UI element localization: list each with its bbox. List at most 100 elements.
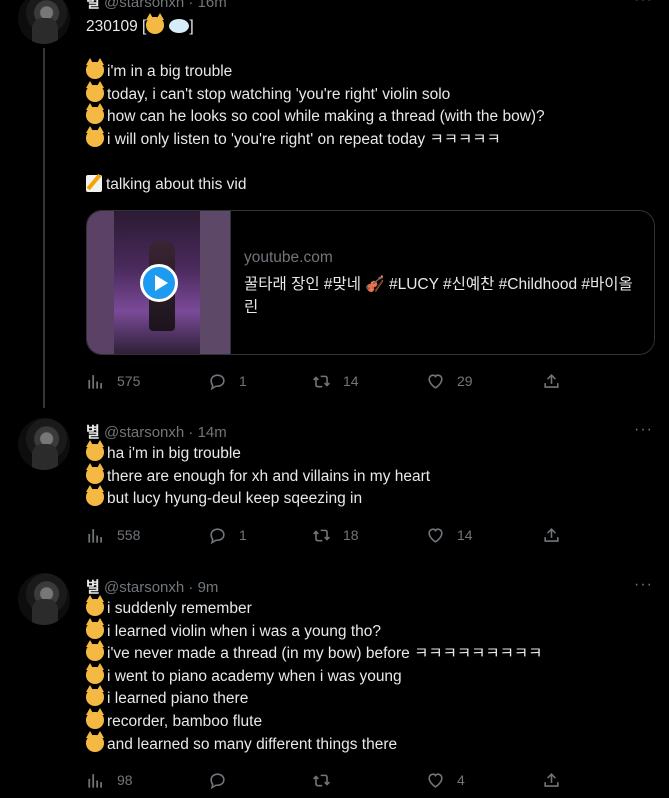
cat-emoji [86,440,104,461]
timestamp[interactable]: · 14m [188,424,226,441]
tweet-actions: 558 1 18 14 [86,524,566,546]
text-line: i learned piano there [86,685,646,711]
cat-emoji [86,595,104,616]
views-button[interactable]: 98 [86,769,137,791]
text-line: i've never made a thread (in my bow) bef… [86,640,646,666]
reply-count: 1 [239,527,247,543]
text-line: but lucy hyung-deul keep sqeezing in [86,485,646,511]
display-name[interactable]: 별 [86,424,100,441]
card-title: 꿀타래 장인 #맞네 🎻 #LUCY #신예찬 #Childhood #바이올린 [244,276,633,316]
cat-emoji [86,640,104,662]
text-line: how can he looks so cool while making a … [86,103,646,129]
thread-line [43,48,45,408]
retweet-count: 18 [343,527,359,543]
like-count: 4 [457,772,465,788]
handle[interactable]: @starsonxh [104,0,184,11]
reply-icon [210,527,225,544]
share-button[interactable] [542,370,573,392]
reply-button[interactable]: 1 [208,524,259,546]
share-icon [544,772,559,787]
tweet-header: 별 @starsonxh · 16m [86,0,227,12]
cat-emoji [86,485,104,507]
tweet-header: 별 @starsonxh · 14m [86,421,227,442]
play-icon[interactable] [140,264,178,302]
timestamp[interactable]: · 16m [188,0,226,11]
views-icon [88,773,102,788]
views-count: 575 [117,373,141,389]
memo-emoji [86,175,102,193]
text-line: i went to piano academy when i was young [86,662,646,689]
views-button[interactable]: 575 [86,370,140,392]
share-icon [544,373,559,388]
share-icon [544,527,559,542]
like-count: 29 [457,373,473,389]
cat-emoji [86,103,104,125]
text-line: i learned violin when i was a young tho? [86,617,646,644]
cat-emoji [146,13,165,34]
like-button[interactable]: 14 [426,524,477,546]
cat-emoji [86,707,104,729]
reply-button[interactable]: 1 [208,370,259,392]
retweet-icon [313,774,330,786]
views-count: 558 [117,527,141,543]
text-line: today, i can't stop watching 'you're rig… [86,80,646,107]
like-button[interactable]: 29 [426,370,477,392]
speech-bubble-emoji [169,19,190,33]
retweet-icon [313,529,330,541]
like-icon [428,527,443,543]
text-line: and learned so many different things the… [86,730,646,757]
views-icon [88,528,102,543]
avatar[interactable] [18,418,70,470]
reply-icon [210,373,225,390]
retweet-button[interactable]: 18 [312,524,363,546]
reply-button[interactable] [208,769,259,791]
share-button[interactable] [542,769,573,791]
cat-emoji [86,685,104,707]
cat-emoji [86,730,104,752]
retweet-count: 14 [343,373,359,389]
tweet-actions: 575 1 14 29 [86,370,566,392]
handle[interactable]: @starsonxh [104,579,184,596]
cat-emoji [86,80,104,102]
avatar[interactable] [18,573,70,625]
avatar[interactable] [18,0,70,44]
cat-emoji [86,662,104,684]
retweet-button[interactable] [312,769,363,791]
text-line: i'm in a big trouble [86,58,646,84]
timestamp[interactable]: · 9m [188,579,218,596]
more-options-button[interactable]: ··· [634,421,653,439]
card-domain: youtube.com [244,249,333,266]
tweet-header: 별 @starsonxh · 9m [86,576,218,597]
cat-emoji [86,617,104,639]
text-line: talking about this vid [86,174,646,197]
handle[interactable]: @starsonxh [104,424,184,441]
like-icon [428,373,443,389]
display-name[interactable]: 별 [86,0,100,11]
cat-emoji [86,58,104,80]
tweet-text: i suddenly remember i learned violin whe… [86,595,646,757]
cat-emoji [86,462,104,484]
date-line: 230109 [] [86,13,194,35]
text-line: recorder, bamboo flute [86,707,646,734]
views-button[interactable]: 558 [86,524,140,546]
tweet-text: 230109 [] i'm in a big trouble today, i … [86,13,646,197]
more-options-button[interactable]: ··· [634,576,653,594]
display-name[interactable]: 별 [86,579,100,596]
retweet-button[interactable]: 14 [312,370,363,392]
retweet-icon [313,375,330,387]
reply-count: 1 [239,373,247,389]
tweet-text: ha i'm in big trouble there are enough f… [86,440,646,511]
like-count: 14 [457,527,473,543]
tweet-actions: 98 4 [86,769,566,791]
text-line: i suddenly remember [86,595,646,621]
link-card[interactable]: youtube.com 꿀타래 장인 #맞네 🎻 #LUCY #신예찬 #Chi… [86,210,655,355]
text-line: i will only listen to 'you're right' on … [86,125,646,152]
reply-icon [210,772,225,789]
text-line: there are enough for xh and villains in … [86,462,646,489]
text-line: ha i'm in big trouble [86,440,646,466]
video-thumbnail[interactable] [87,211,231,354]
share-button[interactable] [542,524,573,546]
more-options-button[interactable]: ··· [634,0,653,9]
like-button[interactable]: 4 [426,769,477,791]
views-icon [88,374,102,389]
